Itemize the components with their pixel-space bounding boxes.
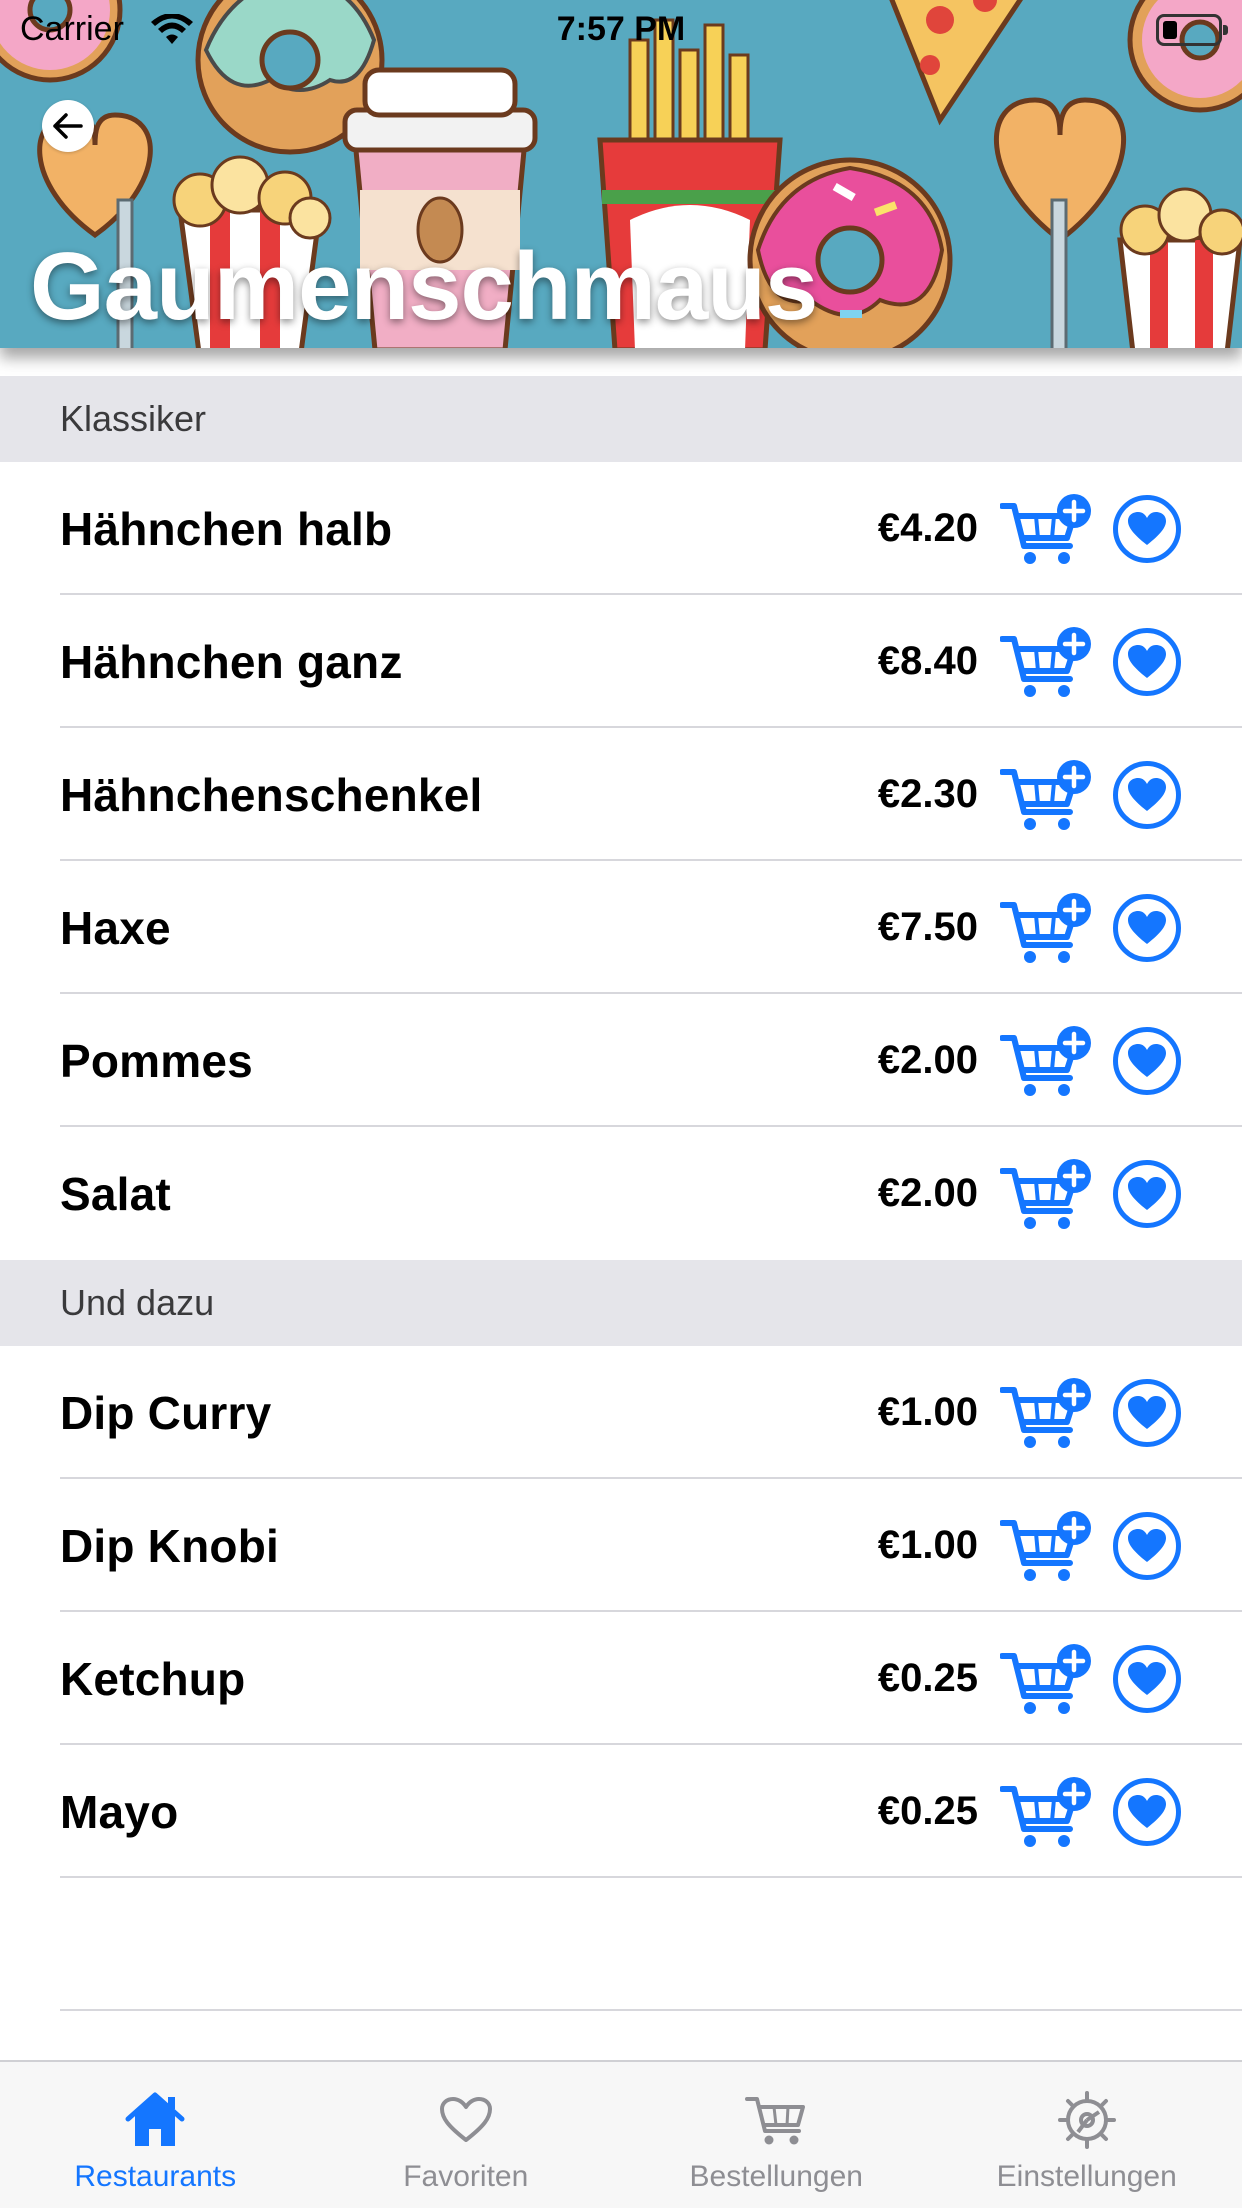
cart-plus-icon (999, 760, 1091, 830)
cart-plus-icon (999, 1159, 1091, 1229)
section-header-klassiker: Klassiker (0, 376, 1242, 462)
item-price: €1.00 (877, 1390, 978, 1434)
heart-icon (1128, 1177, 1166, 1210)
add-to-cart-button[interactable] (999, 1026, 1094, 1098)
item-price: €2.30 (877, 772, 978, 816)
cart-plus-icon (999, 1378, 1091, 1448)
heart-icon (1128, 1795, 1166, 1828)
menu-item-row[interactable]: Dip Knobi €1.00 (0, 1479, 1242, 1612)
item-price: €1.00 (877, 1523, 978, 1567)
favorite-button[interactable] (1113, 1379, 1181, 1447)
add-to-cart-button[interactable] (999, 1644, 1094, 1716)
tab-einstellungen[interactable]: Einstellungen (932, 2062, 1242, 2208)
header-banner: Carrier 7:57 PM Gaumenschmaus (0, 0, 1242, 348)
item-name: Ketchup (60, 1652, 246, 1705)
tab-restaurants[interactable]: Restaurants (0, 2062, 311, 2208)
tab-label: Einstellungen (996, 2160, 1177, 2193)
heart-icon (1128, 645, 1166, 678)
heart-icon (1128, 911, 1166, 944)
house-icon (124, 2090, 186, 2150)
favorite-button[interactable] (1113, 761, 1181, 829)
heart-icon (1128, 512, 1166, 545)
item-price: €7.50 (877, 905, 978, 949)
add-to-cart-button[interactable] (999, 893, 1094, 965)
item-name: Dip Curry (60, 1386, 272, 1439)
heart-icon (1128, 1044, 1166, 1077)
restaurant-title: Gaumenschmaus (30, 233, 818, 340)
item-name: Pommes (60, 1034, 253, 1087)
add-to-cart-button[interactable] (999, 1777, 1094, 1849)
item-name: Dip Knobi (60, 1519, 279, 1572)
cart-plus-icon (999, 1026, 1091, 1096)
heart-icon (439, 2090, 493, 2150)
item-price: €2.00 (877, 1171, 978, 1215)
menu-item-row[interactable]: Ketchup €0.25 (0, 1612, 1242, 1745)
item-price: €0.25 (877, 1789, 978, 1833)
gear-icon (1057, 2090, 1116, 2150)
heart-icon (1128, 778, 1166, 811)
arrow-left-icon (53, 113, 83, 139)
item-price: €8.40 (877, 639, 978, 683)
item-name: Mayo (60, 1785, 179, 1838)
item-name: Haxe (60, 901, 171, 954)
favorite-button[interactable] (1113, 1645, 1181, 1713)
heart-icon (1128, 1662, 1166, 1695)
add-to-cart-button[interactable] (999, 627, 1094, 699)
cart-plus-icon (999, 1644, 1091, 1714)
add-to-cart-button[interactable] (999, 760, 1094, 832)
tab-label: Restaurants (74, 2160, 237, 2193)
favorite-button[interactable] (1113, 1160, 1181, 1228)
menu-item-row[interactable]: Pommes €2.00 (0, 994, 1242, 1127)
add-to-cart-button[interactable] (999, 1511, 1094, 1583)
heart-icon (1128, 1396, 1166, 1429)
tab-favoriten[interactable]: Favoriten (311, 2062, 622, 2208)
cart-plus-icon (999, 1777, 1091, 1847)
favorite-button[interactable] (1113, 628, 1181, 696)
cart-plus-icon (999, 494, 1091, 564)
menu-item-row[interactable]: Hähnchen ganz €8.40 (0, 595, 1242, 728)
item-name: Salat (60, 1167, 171, 1220)
heart-icon (1128, 1529, 1166, 1562)
battery-icon (1156, 14, 1228, 46)
back-button[interactable] (42, 100, 94, 152)
tab-bestellungen[interactable]: Bestellungen (621, 2062, 932, 2208)
menu-item-row[interactable]: Hähnchenschenkel €2.30 (0, 728, 1242, 861)
favorite-button[interactable] (1113, 1512, 1181, 1580)
item-price: €0.25 (877, 1656, 978, 1700)
item-name: Hähnchenschenkel (60, 768, 483, 821)
favorite-button[interactable] (1113, 894, 1181, 962)
favorite-button[interactable] (1113, 495, 1181, 563)
status-time: 7:57 PM (556, 10, 686, 48)
favorite-button[interactable] (1113, 1027, 1181, 1095)
cart-icon (745, 2090, 807, 2150)
cart-plus-icon (999, 893, 1091, 963)
menu-item-row[interactable]: Salat €2.00 (0, 1127, 1242, 1260)
cart-plus-icon (999, 627, 1091, 697)
item-price: €2.00 (877, 1038, 978, 1082)
menu-item-row[interactable]: Hähnchen halb €4.20 (0, 462, 1242, 595)
menu-item-row[interactable]: Mayo €0.25 (0, 1745, 1242, 1878)
section-header-und-dazu: Und dazu (0, 1260, 1242, 1346)
add-to-cart-button[interactable] (999, 1378, 1094, 1450)
tab-label: Favoriten (403, 2160, 529, 2193)
add-to-cart-button[interactable] (999, 494, 1094, 566)
item-price: €4.20 (877, 506, 978, 550)
empty-row (0, 1878, 1242, 2011)
item-name: Hähnchen ganz (60, 635, 403, 688)
menu-item-row[interactable]: Dip Curry €1.00 (0, 1346, 1242, 1479)
add-to-cart-button[interactable] (999, 1159, 1094, 1231)
menu-list: Klassiker Hähnchen halb €4.20 Hähnchen g… (0, 376, 1242, 2011)
tab-label: Bestellungen (689, 2160, 863, 2193)
cart-plus-icon (999, 1511, 1091, 1581)
item-name: Hähnchen halb (60, 502, 393, 555)
menu-item-row[interactable]: Haxe €7.50 (0, 861, 1242, 994)
tab-bar: Restaurants Favoriten Bestellungen Einst… (0, 2060, 1242, 2208)
status-bar: Carrier 7:57 PM (0, 0, 1242, 62)
favorite-button[interactable] (1113, 1778, 1181, 1846)
